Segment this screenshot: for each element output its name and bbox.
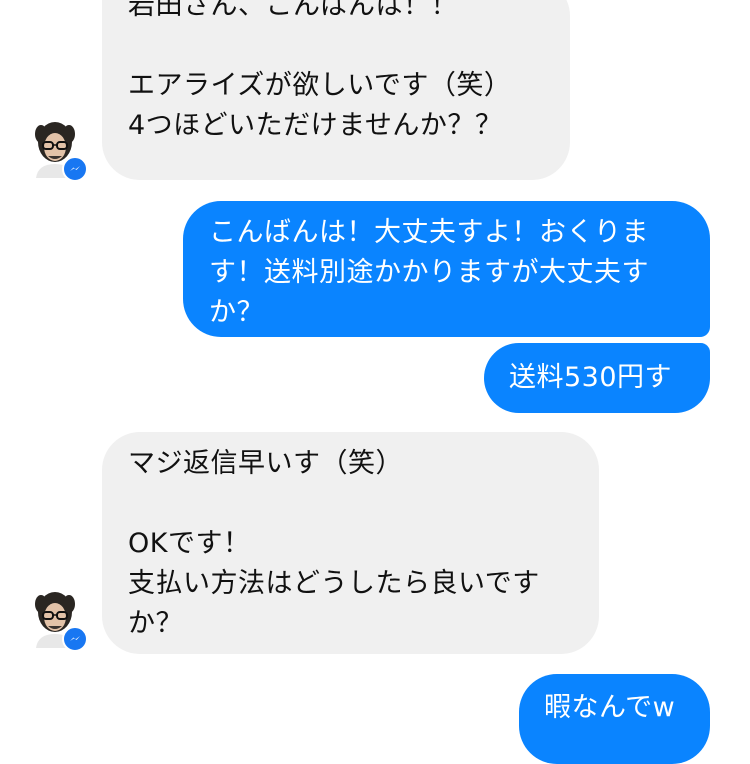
incoming-message-bubble[interactable]: マジ返信早いす（笑） OKです！ 支払い方法はどうしたら良いです か？ [102,432,599,654]
messenger-icon [62,626,88,652]
sender-avatar[interactable] [32,590,88,652]
incoming-message-bubble[interactable]: 岩田さん、こんばんは！！ エアライズが欲しいです（笑） 4つほどいただけませんか… [102,0,570,180]
messenger-icon [62,156,88,182]
sender-avatar[interactable] [32,120,88,182]
outgoing-message-bubble[interactable]: こんばんは！大丈夫すよ！おくりま す！送料別途かかりますが大丈夫す か？ [183,201,710,337]
outgoing-message-bubble[interactable]: 送料530円す [484,343,710,413]
outgoing-message-bubble[interactable]: 暇なんでw [519,674,710,764]
